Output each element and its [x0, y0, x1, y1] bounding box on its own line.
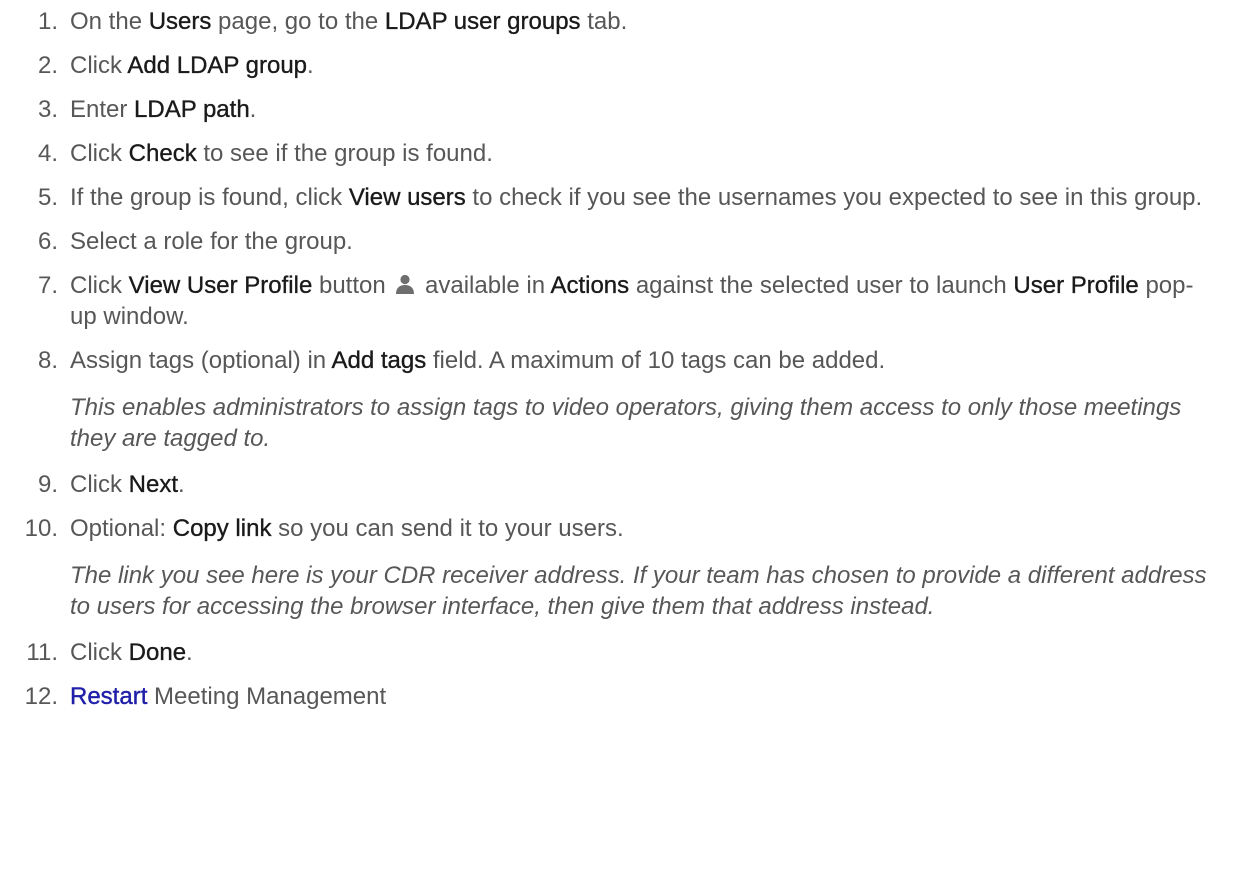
- step-number: 9.: [37, 471, 58, 498]
- step-note: This enables administrators to assign ta…: [70, 394, 1182, 452]
- ui-term: Actions: [550, 272, 630, 299]
- step-number: 10.: [24, 515, 58, 542]
- ui-term: Next: [128, 471, 179, 498]
- step-item: 5. If the group is found, click View user…: [0, 182, 1217, 213]
- step-text: Enter LDAP path.: [70, 94, 1213, 125]
- step-number: 12.: [24, 683, 58, 710]
- step-body: Click Add LDAP group.: [70, 50, 1217, 81]
- document-page: 1. On the Users page, go to the LDAP user…: [0, 0, 1237, 877]
- ui-term: LDAP user groups: [384, 8, 581, 35]
- ui-term: Add tags: [331, 347, 427, 374]
- step-body: Click Done.: [70, 637, 1217, 668]
- step-note: The link you see here is your CDR receiv…: [70, 562, 1207, 620]
- ui-term: Done: [128, 639, 187, 666]
- step-text: Click Next.: [70, 469, 1213, 500]
- step-text-fragment: available in: [418, 272, 551, 299]
- step-text-fragment: Enter: [70, 96, 135, 123]
- step-body: Assign tags (optional) in Add tags field…: [70, 345, 1217, 456]
- step-text-fragment: button: [312, 272, 393, 299]
- step-text: Click Add LDAP group.: [70, 50, 1213, 81]
- step-text-fragment: so you can send it to your users.: [271, 515, 624, 542]
- step-text-fragment: On the: [70, 8, 149, 35]
- ui-term: Copy link: [172, 515, 272, 542]
- ui-term: LDAP path: [134, 96, 250, 123]
- step-text-fragment: to see if the group is found.: [196, 140, 493, 167]
- step-text: Select a role for the group.: [70, 226, 1213, 257]
- step-text: Assign tags (optional) in Add tags field…: [70, 345, 1213, 376]
- step-body: On the Users page, go to the LDAP user g…: [70, 6, 1217, 37]
- step-text-fragment: Meeting Management: [147, 683, 387, 710]
- step-text-fragment: field. A maximum of 10 tags can be added…: [426, 347, 886, 374]
- step-body: Restart Meeting Management: [70, 681, 1217, 712]
- step-text-fragment: If the group is found, click: [70, 184, 349, 211]
- step-text-fragment: Click: [70, 140, 129, 167]
- step-item: 10. Optional: Copy link so you can send i…: [0, 513, 1217, 624]
- ui-term: Check: [128, 140, 197, 167]
- step-text-fragment: Assign tags (optional) in: [70, 347, 332, 374]
- step-number: 8.: [37, 347, 58, 374]
- step-number: 2.: [37, 52, 58, 79]
- step-text: Click Done.: [70, 637, 1213, 668]
- step-item: 11. Click Done.: [0, 637, 1217, 668]
- step-item: 8. Assign tags (optional) in Add tags fie…: [0, 345, 1217, 456]
- step-number: 11.: [26, 639, 58, 666]
- step-text: Optional: Copy link so you can send it t…: [70, 513, 1213, 544]
- step-item: 3. Enter LDAP path.: [0, 94, 1217, 125]
- procedure-steps: 1. On the Users page, go to the LDAP user…: [0, 6, 1217, 712]
- step-item: 9. Click Next.: [0, 469, 1217, 500]
- step-item: 1. On the Users page, go to the LDAP user…: [0, 6, 1217, 37]
- step-text-fragment: .: [186, 639, 193, 666]
- step-text-fragment: Click: [70, 471, 129, 498]
- step-text-fragment: Click: [70, 272, 129, 299]
- step-text-fragment: page, go to the: [211, 8, 385, 35]
- step-number: 6.: [37, 228, 58, 255]
- step-text: Restart Meeting Management: [70, 681, 1213, 712]
- step-text-fragment: .: [249, 96, 257, 123]
- step-item: 12. Restart Meeting Management: [0, 681, 1217, 712]
- step-text-fragment: against the selected user to launch: [629, 272, 1014, 299]
- step-text-fragment: .: [178, 471, 185, 498]
- ui-term: View User Profile: [128, 272, 313, 299]
- step-number: 1.: [37, 8, 58, 35]
- step-number: 5.: [37, 184, 58, 211]
- step-body: Enter LDAP path.: [70, 94, 1217, 125]
- step-text: Click Check to see if the group is found…: [70, 138, 1213, 169]
- ui-term: Add LDAP group: [127, 52, 308, 79]
- step-text-fragment: to check if you see the usernames you ex…: [465, 184, 1203, 211]
- step-item: 4. Click Check to see if the group is fou…: [0, 138, 1217, 169]
- step-number: 3.: [37, 96, 58, 123]
- step-text-fragment: Optional:: [70, 515, 173, 542]
- step-text-fragment: Click: [70, 52, 128, 79]
- step-number: 7.: [37, 272, 58, 299]
- step-number: 4.: [37, 140, 58, 167]
- step-body: Select a role for the group.: [70, 226, 1217, 257]
- step-text: Click View User Profile button available…: [70, 270, 1213, 332]
- step-body: Click Check to see if the group is found…: [70, 138, 1217, 169]
- user-profile-icon: [394, 272, 416, 294]
- step-text-fragment: Click: [70, 639, 129, 666]
- step-body: If the group is found, click View users …: [70, 182, 1217, 213]
- step-item: 7. Click View User Profile button availab…: [0, 270, 1217, 332]
- step-item: 6. Select a role for the group.: [0, 226, 1217, 257]
- step-text-fragment: .: [307, 52, 314, 79]
- ui-term: View users: [348, 184, 466, 211]
- step-body: Click View User Profile button available…: [70, 270, 1217, 332]
- step-item: 2. Click Add LDAP group.: [0, 50, 1217, 81]
- ui-term: User Profile: [1013, 272, 1139, 299]
- step-text-fragment: Select a role for the group.: [70, 228, 353, 255]
- ui-term: Users: [148, 8, 212, 35]
- restart-link[interactable]: Restart: [70, 683, 148, 710]
- step-body: Click Next.: [70, 469, 1217, 500]
- step-text: If the group is found, click View users …: [70, 182, 1213, 213]
- step-body: Optional: Copy link so you can send it t…: [70, 513, 1217, 624]
- step-text: On the Users page, go to the LDAP user g…: [70, 6, 1213, 37]
- step-text-fragment: tab.: [580, 8, 628, 35]
